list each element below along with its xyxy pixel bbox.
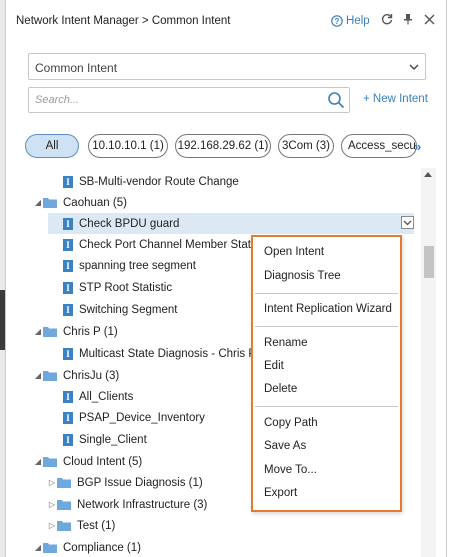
folder-icon	[57, 521, 71, 531]
folder-icon	[43, 327, 57, 337]
intent-icon: I	[63, 303, 73, 316]
folder-icon	[43, 198, 57, 208]
menu-item-replication-wizard[interactable]: Intent Replication Wizard	[264, 303, 392, 315]
menu-divider	[255, 326, 398, 327]
tree-folder[interactable]: ◢ Compliance (1)	[6, 537, 414, 557]
intent-icon: I	[63, 281, 73, 294]
menu-item-move-to[interactable]: Move To...	[264, 464, 317, 476]
help-circle-icon: ?	[331, 15, 343, 27]
menu-item-export[interactable]: Export	[264, 487, 297, 499]
chevron-down-icon	[403, 220, 412, 226]
intent-icon: I	[63, 390, 73, 403]
intent-manager-panel: Network Intent Manager > Common Intent ?…	[5, 0, 447, 557]
scroll-up-arrow-icon[interactable]	[424, 172, 432, 177]
collapse-arrow-icon[interactable]: ◢	[33, 457, 43, 467]
double-chevron-right-icon[interactable]: »	[414, 139, 421, 154]
item-menu-button[interactable]	[401, 216, 414, 229]
folder-icon	[43, 371, 57, 381]
scroll-thumb[interactable]	[424, 246, 434, 278]
context-menu: Open Intent Diagnosis Tree Intent Replic…	[251, 235, 402, 512]
expand-arrow-icon[interactable]: ▷	[47, 521, 57, 531]
collapse-arrow-icon[interactable]: ◢	[33, 543, 43, 553]
menu-item-edit[interactable]: Edit	[264, 360, 284, 372]
search-icon[interactable]	[327, 91, 345, 109]
title-bar: Network Intent Manager > Common Intent ?…	[6, 0, 446, 44]
collapse-arrow-icon[interactable]: ◢	[33, 198, 43, 208]
help-label: Help	[346, 15, 370, 27]
intent-icon: I	[63, 411, 73, 424]
filter-chips: All 10.10.10.1 (1) 192.168.29.62 (1) 3Co…	[25, 134, 417, 158]
intent-icon: I	[63, 238, 73, 251]
intent-category-select[interactable]: Common Intent	[28, 53, 426, 80]
folder-icon	[57, 478, 71, 488]
menu-item-open-intent[interactable]: Open Intent	[264, 246, 324, 258]
menu-divider	[255, 406, 398, 407]
intent-icon: I	[63, 217, 73, 230]
tree-scrollbar[interactable]	[421, 168, 436, 557]
svg-text:?: ?	[335, 17, 340, 26]
intent-icon: I	[63, 433, 73, 446]
refresh-icon[interactable]	[380, 13, 394, 29]
search-input[interactable]: Search...	[28, 87, 350, 113]
collapse-arrow-icon[interactable]: ◢	[33, 327, 43, 337]
tree-folder[interactable]: ◢ Caohuan (5)	[6, 192, 414, 213]
help-link[interactable]: ? Help	[331, 15, 370, 27]
filter-chip[interactable]: 10.10.10.1 (1)	[88, 134, 168, 158]
tree-item[interactable]: I SB-Multi-vendor Route Change	[6, 171, 414, 192]
menu-divider	[255, 293, 398, 294]
menu-item-diagnosis-tree[interactable]: Diagnosis Tree	[264, 270, 341, 282]
folder-icon	[43, 543, 57, 553]
expand-arrow-icon[interactable]: ▷	[47, 500, 57, 510]
intent-category-value: Common Intent	[35, 61, 118, 75]
intent-icon: I	[63, 347, 73, 360]
expand-arrow-icon[interactable]: ▷	[47, 478, 57, 488]
menu-item-copy-path[interactable]: Copy Path	[264, 417, 318, 429]
pin-icon[interactable]	[401, 13, 415, 29]
new-intent-link[interactable]: + New Intent	[363, 93, 428, 105]
filter-chip[interactable]: 192.168.29.62 (1)	[175, 134, 271, 158]
tree-item-selected[interactable]: I Check BPDU guard	[48, 213, 414, 234]
tree-folder[interactable]: ▷ Test (1)	[6, 515, 414, 536]
panel-title: Network Intent Manager > Common Intent	[16, 15, 231, 27]
folder-icon	[43, 457, 57, 467]
menu-item-save-as[interactable]: Save As	[264, 440, 306, 452]
filter-chip[interactable]: Access_secu	[341, 134, 417, 158]
filter-chip[interactable]: 3Com (3)	[278, 134, 334, 158]
folder-icon	[57, 500, 71, 510]
close-icon[interactable]	[422, 13, 436, 29]
collapse-arrow-icon[interactable]: ◢	[33, 371, 43, 381]
intent-icon: I	[63, 259, 73, 272]
intent-icon: I	[63, 175, 73, 188]
chevron-down-icon	[409, 64, 419, 70]
filter-chip-all[interactable]: All	[25, 134, 79, 158]
menu-item-rename[interactable]: Rename	[264, 337, 307, 349]
search-placeholder: Search...	[35, 94, 80, 106]
menu-item-delete[interactable]: Delete	[264, 383, 297, 395]
